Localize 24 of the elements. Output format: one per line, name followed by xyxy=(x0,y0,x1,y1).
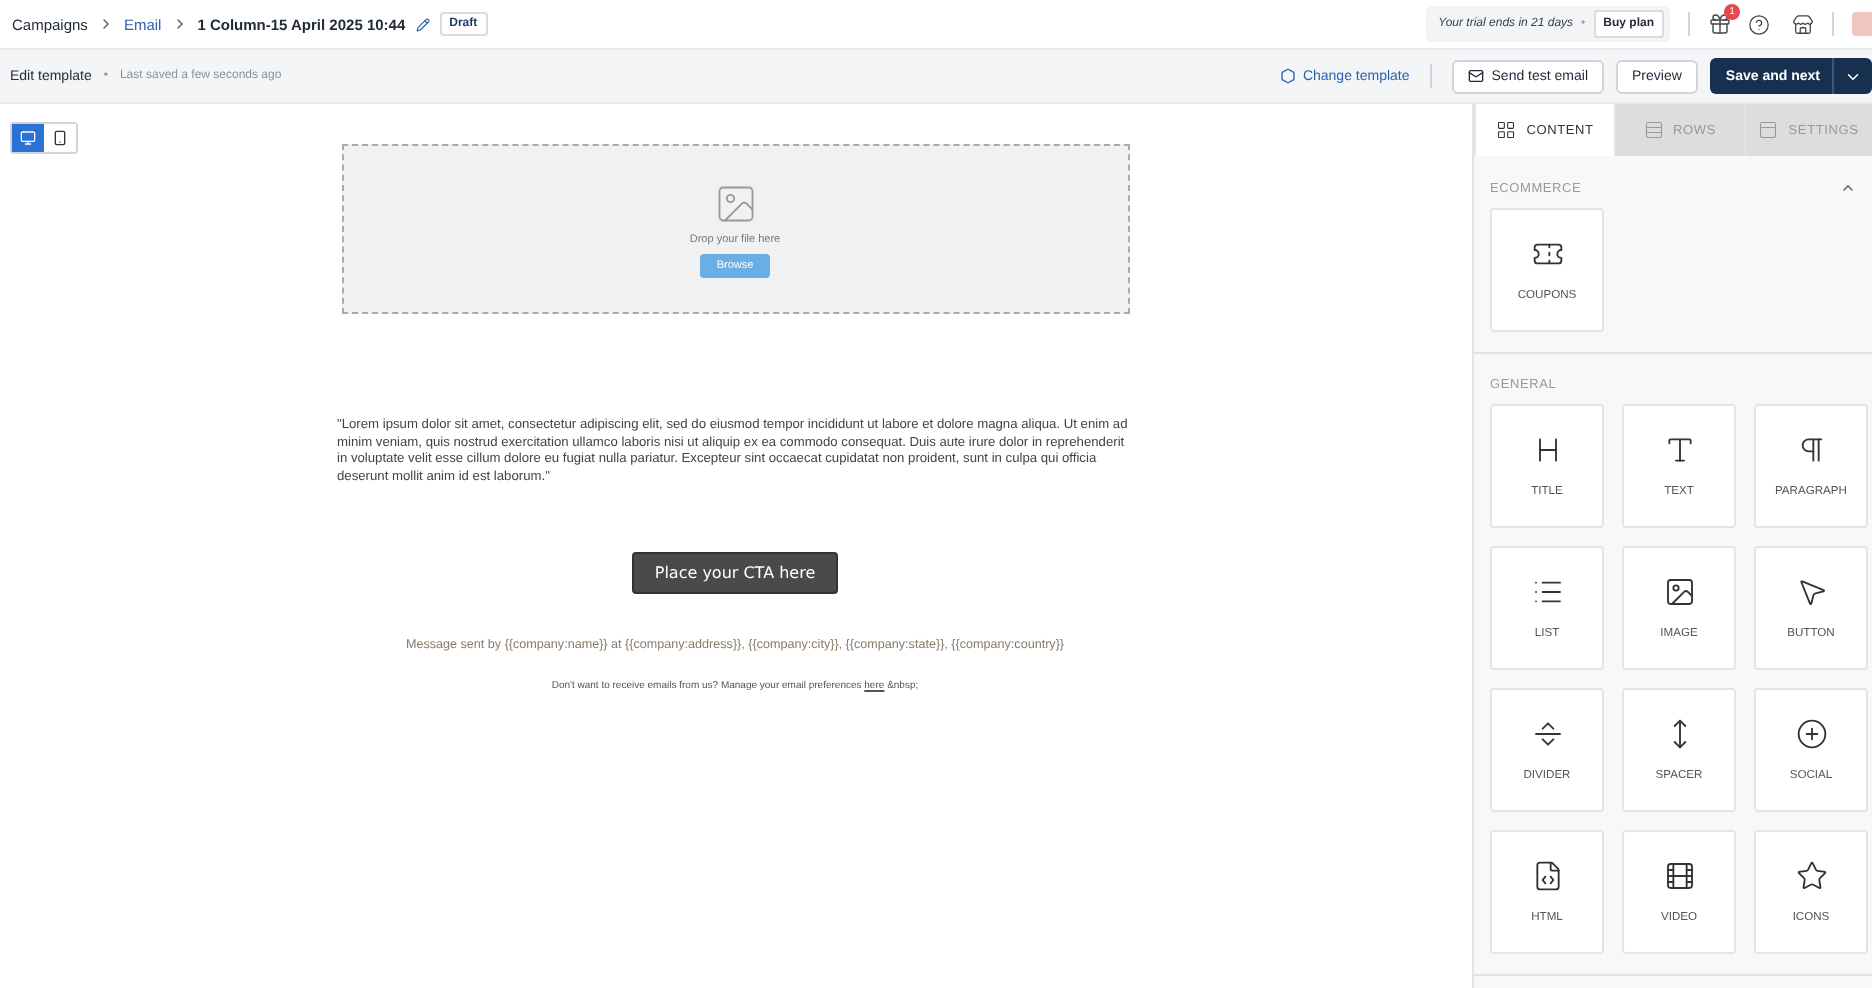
pencil-icon[interactable] xyxy=(415,17,430,31)
film-icon xyxy=(1663,860,1695,892)
help-icon[interactable] xyxy=(1748,13,1770,35)
desktop-view-button[interactable] xyxy=(12,124,44,152)
collapse-icon[interactable] xyxy=(1840,180,1856,196)
plus-circle-icon xyxy=(1795,718,1827,750)
panel-icon xyxy=(1758,120,1779,140)
cta-button[interactable]: Place your CTA here xyxy=(632,552,838,595)
code-file-icon xyxy=(1531,860,1563,892)
text-icon xyxy=(1663,434,1695,466)
divider-icon xyxy=(1531,718,1563,750)
pointer-icon xyxy=(1795,576,1827,608)
image-icon xyxy=(713,181,757,225)
grid-icon xyxy=(1496,120,1517,140)
gift-icon[interactable] xyxy=(1708,12,1732,36)
hexagon-icon xyxy=(1280,68,1297,84)
mail-icon xyxy=(1467,68,1484,84)
ticket-icon xyxy=(1531,238,1563,270)
rows-icon xyxy=(1643,120,1664,140)
star-icon xyxy=(1795,860,1827,892)
image-icon xyxy=(1663,576,1695,608)
store-icon[interactable] xyxy=(1792,13,1814,35)
monitor-icon xyxy=(20,130,36,146)
phone-icon xyxy=(52,130,68,146)
